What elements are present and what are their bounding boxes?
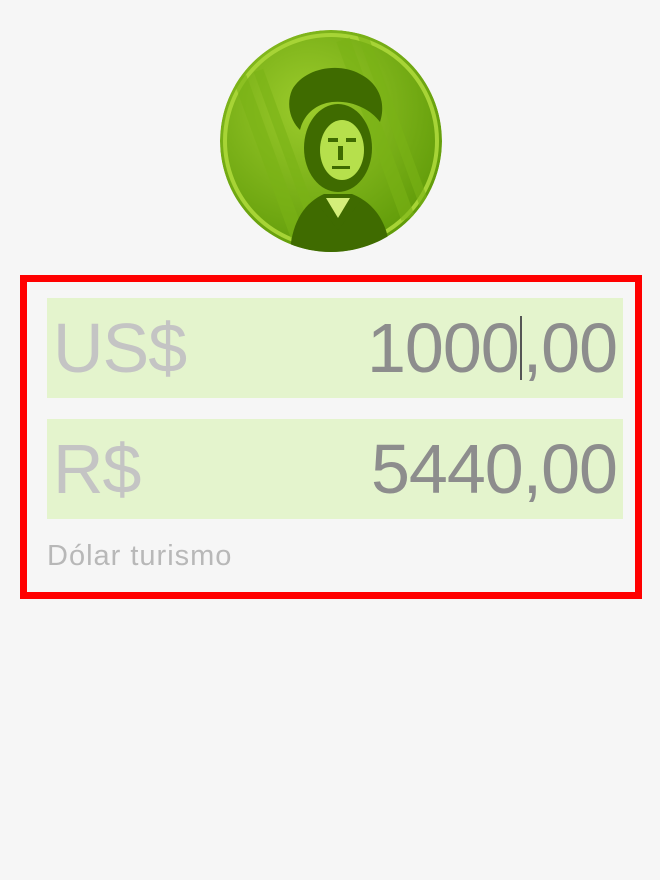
usd-amount-value[interactable]: 1000,00: [366, 309, 618, 387]
usd-amount-decimal: ,00: [522, 309, 618, 387]
rate-type-label: Dólar turismo: [47, 540, 233, 572]
usd-amount-integer: 1000: [366, 309, 520, 387]
converter-panel: US$ 1000,00 R$ 5440,00 Dólar turismo: [20, 275, 642, 599]
brl-currency-label: R$: [53, 430, 141, 508]
dollar-coin-graphic: [220, 30, 442, 252]
converter-screen: US$ 1000,00 R$ 5440,00 Dólar turismo: [0, 0, 660, 880]
text-cursor: [519, 316, 522, 380]
usd-currency-label: US$: [53, 309, 187, 387]
brl-amount-field[interactable]: R$ 5440,00: [47, 419, 623, 519]
dollar-coin-icon: [220, 30, 442, 252]
usd-amount-field[interactable]: US$ 1000,00: [47, 298, 623, 398]
brl-amount-value[interactable]: 5440,00: [371, 431, 618, 507]
